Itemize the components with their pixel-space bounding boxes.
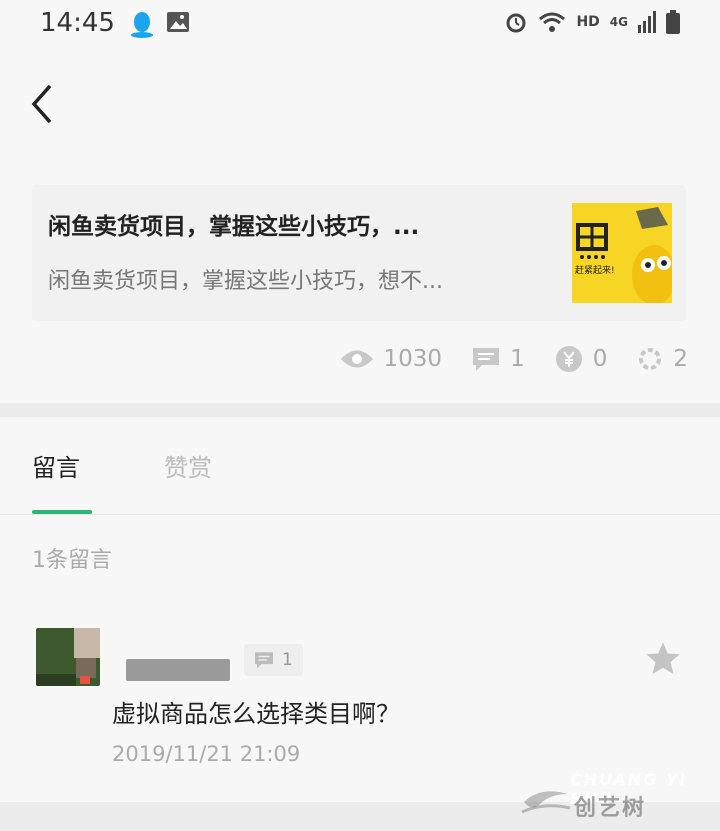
wifi-icon xyxy=(539,12,566,32)
rewards-count: 0 xyxy=(592,346,608,372)
alarm-icon xyxy=(506,13,526,33)
likes-count: 2 xyxy=(673,346,688,372)
article-title: 闲鱼卖货项目，掌握这些小技巧，... xyxy=(48,214,420,240)
watermark-text-cn: 创艺树 xyxy=(574,796,647,821)
article-summary: 闲鱼卖货项目，掌握这些小技巧，想不... xyxy=(48,269,443,294)
comments-count: 1 xyxy=(510,346,525,372)
thumbnail-caption: 赶紧起来! xyxy=(575,266,615,276)
avatar-image-icon xyxy=(36,628,100,686)
article-thumbnail: 赶紧起来! xyxy=(572,203,672,303)
comment-icon xyxy=(473,348,500,371)
watermark-logo-icon xyxy=(521,791,571,814)
status-left-icons xyxy=(130,10,190,38)
status-right-icons: HD 4G xyxy=(504,10,680,34)
battery-icon xyxy=(666,10,680,34)
back-arrow-icon[interactable] xyxy=(28,82,58,126)
section-divider xyxy=(0,403,720,417)
network-label: HD xyxy=(576,14,600,30)
comments-count-label: 1条留言 xyxy=(32,548,112,573)
network-gen: 4G xyxy=(609,15,628,29)
reply-count-badge[interactable]: 1 xyxy=(244,644,303,676)
username-redacted[interactable] xyxy=(126,659,230,681)
status-time: 14:45 xyxy=(40,8,115,38)
star-icon[interactable] xyxy=(644,640,682,678)
tab-rewards[interactable]: 赞赏 xyxy=(164,448,212,483)
views-stat: 1030 xyxy=(340,346,443,372)
signal-icon xyxy=(638,11,656,33)
eye-icon xyxy=(340,350,373,368)
yen-coin-icon xyxy=(555,346,582,372)
views-count: 1030 xyxy=(383,346,443,372)
article-stats: 1030 1 0 2 xyxy=(340,345,688,373)
rewards-stat: 0 xyxy=(555,345,608,373)
comments-stat: 1 xyxy=(472,346,525,372)
likes-stat: 2 xyxy=(637,346,688,372)
reply-count: 1 xyxy=(282,650,293,670)
xianyu-logo-icon xyxy=(576,207,672,303)
image-icon xyxy=(167,12,189,32)
tabs-baseline xyxy=(0,514,720,515)
article-card[interactable]: 闲鱼卖货项目，掌握这些小技巧，... 闲鱼卖货项目，掌握这些小技巧，想不... … xyxy=(32,185,686,321)
comment-text: 虚拟商品怎么选择类目啊？ xyxy=(112,700,400,728)
qq-penguin-icon xyxy=(131,12,153,38)
avatar[interactable] xyxy=(36,628,100,686)
flower-icon xyxy=(639,348,662,370)
tab-comments[interactable]: 留言 xyxy=(32,448,80,483)
comment-icon xyxy=(255,652,273,669)
comment-time: 2019/11/21 21:09 xyxy=(112,742,301,766)
